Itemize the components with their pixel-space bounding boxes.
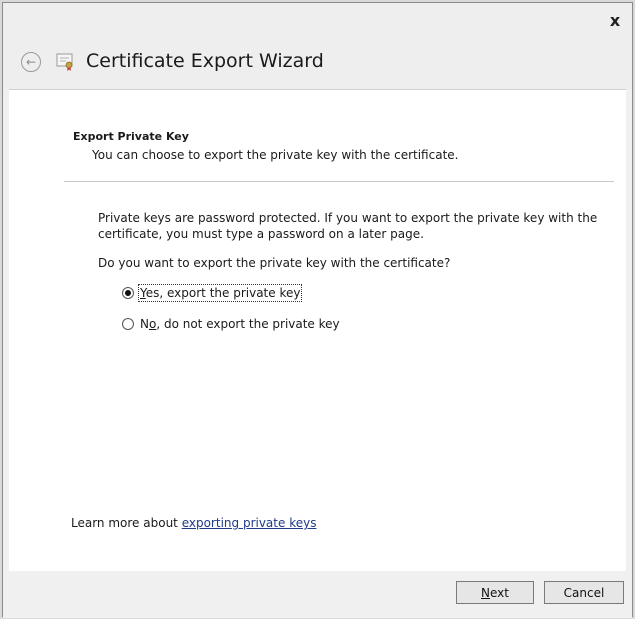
section-subtitle: You can choose to export the private key… <box>92 148 459 162</box>
learn-more-prefix: Learn more about <box>71 516 182 530</box>
export-key-no-option[interactable]: No, do not export the private key <box>122 317 340 331</box>
divider <box>64 181 614 182</box>
learn-more: Learn more about exporting private keys <box>71 516 316 530</box>
button-bar: Next Cancel <box>3 571 632 618</box>
info-text: Private keys are password protected. If … <box>98 211 598 241</box>
learn-more-link[interactable]: exporting private keys <box>182 516 317 530</box>
wizard-title: Certificate Export Wizard <box>86 50 324 72</box>
title-bar: x ← Certificate Export Wizard <box>3 3 632 89</box>
back-arrow-icon: ← <box>25 55 37 69</box>
wizard-window: x ← Certificate Export Wizard Export Pri… <box>2 2 633 618</box>
next-button[interactable]: Next <box>456 581 534 604</box>
back-button[interactable]: ← <box>21 52 41 72</box>
radio-label-yes[interactable]: Yes, export the private key <box>137 284 303 302</box>
section-title: Export Private Key <box>73 130 189 143</box>
export-key-yes-option[interactable]: Yes, export the private key <box>122 284 303 302</box>
certificate-icon <box>56 53 73 71</box>
close-button[interactable]: x <box>604 11 626 31</box>
question-text: Do you want to export the private key wi… <box>98 256 451 270</box>
cancel-button[interactable]: Cancel <box>544 581 624 604</box>
radio-button-checked[interactable] <box>122 287 134 299</box>
radio-label-no[interactable]: No, do not export the private key <box>140 317 340 331</box>
radio-button-unchecked[interactable] <box>122 318 134 330</box>
wizard-content: Export Private Key You can choose to exp… <box>9 89 626 572</box>
